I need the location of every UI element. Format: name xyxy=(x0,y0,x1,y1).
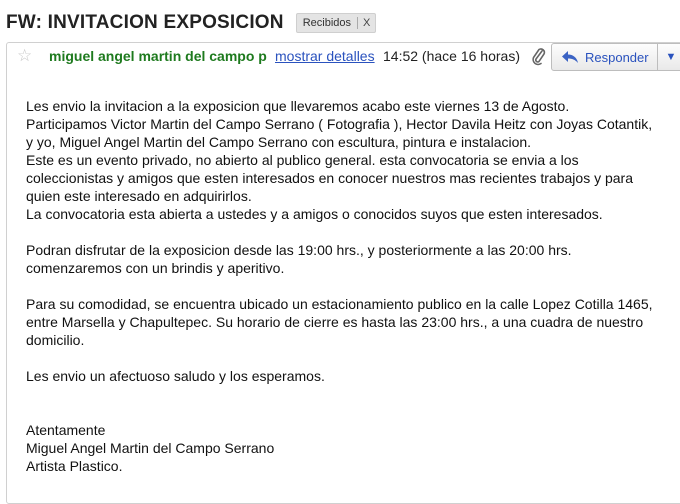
remove-label-button[interactable]: X xyxy=(357,17,375,29)
more-actions-button[interactable]: ▼ xyxy=(658,44,680,70)
message-body: Les envio la invitacion a la exposicion … xyxy=(26,97,676,475)
message-header: ☆ miguel angel martin del campo p mostra… xyxy=(7,43,680,73)
reply-button[interactable]: Responder xyxy=(552,44,658,70)
message-time: 14:52 (hace 16 horas) xyxy=(383,48,520,64)
body-line: quien este interesado en adquirirlos. xyxy=(26,188,252,204)
signature-line: Atentamente xyxy=(26,422,106,438)
show-details-link[interactable]: mostrar detalles xyxy=(275,48,375,64)
body-line: Les envio la invitacion a la exposicion … xyxy=(26,98,570,114)
sender-name[interactable]: miguel angel martin del campo p xyxy=(49,48,277,64)
label-chip-inbox: Recibidos X xyxy=(295,13,377,33)
reply-arrow-icon xyxy=(562,51,578,63)
body-line: comenzaremos con un brindis y aperitivo. xyxy=(26,260,285,276)
body-line: entre Marsella y Chapultepec. Su horario… xyxy=(26,314,644,330)
body-line: Para su comodidad, se encuentra ubicado … xyxy=(26,296,653,312)
dropdown-arrow-icon: ▼ xyxy=(665,51,677,63)
body-line: Participamos Victor Martin del Campo Ser… xyxy=(26,116,653,132)
reply-button-group: Responder ▼ xyxy=(551,43,680,71)
body-line: y yo, Miguel Angel Martin del Campo Serr… xyxy=(26,134,532,150)
signature-line: Artista Plastico. xyxy=(26,458,123,474)
body-line: Les envio un afectuoso saludo y los espe… xyxy=(26,368,325,384)
email-subject: FW: INVITACION EXPOSICION xyxy=(6,12,284,33)
paperclip-icon xyxy=(532,48,546,66)
star-icon[interactable]: ☆ xyxy=(17,46,32,66)
body-line: domicilio. xyxy=(26,332,85,348)
body-line: Este es un evento privado, no abierto al… xyxy=(26,152,579,168)
message-card: ☆ miguel angel martin del campo p mostra… xyxy=(6,42,680,504)
reply-label: Responder xyxy=(585,49,649,65)
label-name[interactable]: Recibidos xyxy=(303,17,357,29)
signature-line: Miguel Angel Martin del Campo Serrano xyxy=(26,440,275,456)
body-line: Podran disfrutar de la exposicion desde … xyxy=(26,242,572,258)
subject-row: FW: INVITACION EXPOSICION Recibidos X xyxy=(6,11,377,35)
body-line: La convocatoria esta abierta a ustedes y… xyxy=(26,206,603,222)
body-line: coleccionistas y amigos que esten intere… xyxy=(26,170,633,186)
